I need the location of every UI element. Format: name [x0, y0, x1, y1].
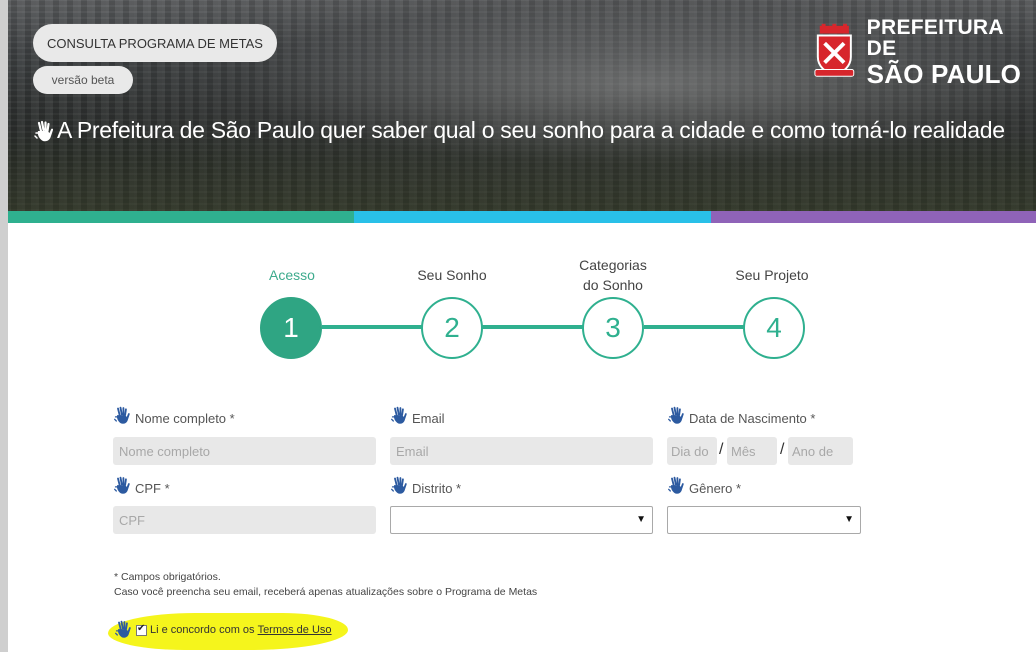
district-label: Distrito * — [390, 476, 461, 496]
color-bar-purple — [711, 211, 1036, 223]
district-select[interactable]: ▼ — [390, 506, 653, 534]
page-headline: A Prefeitura de São Paulo quer saber qua… — [33, 116, 1023, 144]
date-separator: / — [719, 441, 724, 458]
beta-badge: versão beta — [33, 66, 133, 94]
logo-line-1: PREFEITURA DE — [866, 16, 1004, 60]
form-note: * Campos obrigatórios. Caso você preench… — [114, 570, 537, 600]
sign-language-hand-icon[interactable] — [114, 620, 134, 640]
step-4-circle[interactable]: 4 — [743, 297, 805, 359]
sign-language-hand-icon[interactable] — [33, 120, 57, 144]
dropdown-arrow-icon: ▼ — [844, 514, 854, 525]
prefeitura-logo[interactable]: PREFEITURA DE SÃO PAULO — [812, 17, 1034, 87]
required-fields-note: * Campos obrigatórios. — [114, 571, 221, 583]
email-label: Email — [390, 406, 445, 426]
dropdown-arrow-icon: ▼ — [636, 514, 646, 525]
terms-text: Li e concordo com os — [150, 624, 255, 636]
gender-label-text: Gênero * — [689, 481, 742, 496]
sign-language-hand-icon[interactable] — [390, 406, 410, 426]
logo-line-2: SÃO PAULO — [866, 59, 1022, 89]
birth-year-input[interactable] — [788, 437, 853, 465]
email-input[interactable] — [390, 437, 653, 465]
terms-row: Li e concordo com os Termos de Uso — [114, 620, 332, 640]
birth-label-text: Data de Nascimento * — [689, 411, 816, 426]
name-input[interactable] — [113, 437, 376, 465]
sign-language-hand-icon[interactable] — [113, 406, 133, 426]
cpf-label-text: CPF * — [135, 481, 170, 496]
step-connector-1-2 — [322, 325, 422, 329]
name-label: Nome completo * — [113, 406, 235, 426]
sign-language-hand-icon[interactable] — [667, 476, 687, 496]
sign-language-hand-icon[interactable] — [667, 406, 687, 426]
color-bar-green — [8, 211, 354, 223]
step-connector-2-3 — [482, 325, 584, 329]
step-label-seu-projeto: Seu Projeto — [735, 267, 809, 283]
color-bar — [8, 211, 1036, 223]
email-label-text: Email — [412, 411, 445, 426]
district-label-text: Distrito * — [412, 481, 462, 496]
date-separator: / — [780, 441, 785, 458]
cpf-input[interactable] — [113, 506, 376, 534]
sign-language-hand-icon[interactable] — [390, 476, 410, 496]
birth-day-input[interactable] — [667, 437, 717, 465]
step-label-categorias: Categorias do Sonho — [579, 257, 647, 293]
birth-label: Data de Nascimento * — [667, 406, 815, 426]
name-label-text: Nome completo * — [135, 411, 235, 426]
program-consultation-button[interactable]: CONSULTA PROGRAMA DE METAS — [33, 24, 277, 62]
color-bar-blue — [354, 211, 711, 223]
step-2-circle[interactable]: 2 — [421, 297, 483, 359]
cpf-label: CPF * — [113, 476, 170, 496]
step-label-seu-sonho: Seu Sonho — [417, 267, 487, 283]
gender-select[interactable]: ▼ — [667, 506, 861, 534]
terms-checkbox[interactable] — [136, 623, 147, 636]
step-1-circle[interactable]: 1 — [260, 297, 322, 359]
city-coat-of-arms-icon — [814, 23, 855, 77]
step-3-circle[interactable]: 3 — [582, 297, 644, 359]
headline-text: A Prefeitura de São Paulo quer saber qua… — [57, 117, 1005, 143]
birth-month-input[interactable] — [727, 437, 777, 465]
window-left-edge — [0, 0, 8, 652]
email-note: Caso você preencha seu email, receberá a… — [114, 586, 538, 598]
step-label-acesso: Acesso — [269, 267, 315, 283]
gender-label: Gênero * — [667, 476, 741, 496]
step-connector-3-4 — [644, 325, 745, 329]
sign-language-hand-icon[interactable] — [113, 476, 133, 496]
terms-link[interactable]: Termos de Uso — [258, 624, 332, 636]
